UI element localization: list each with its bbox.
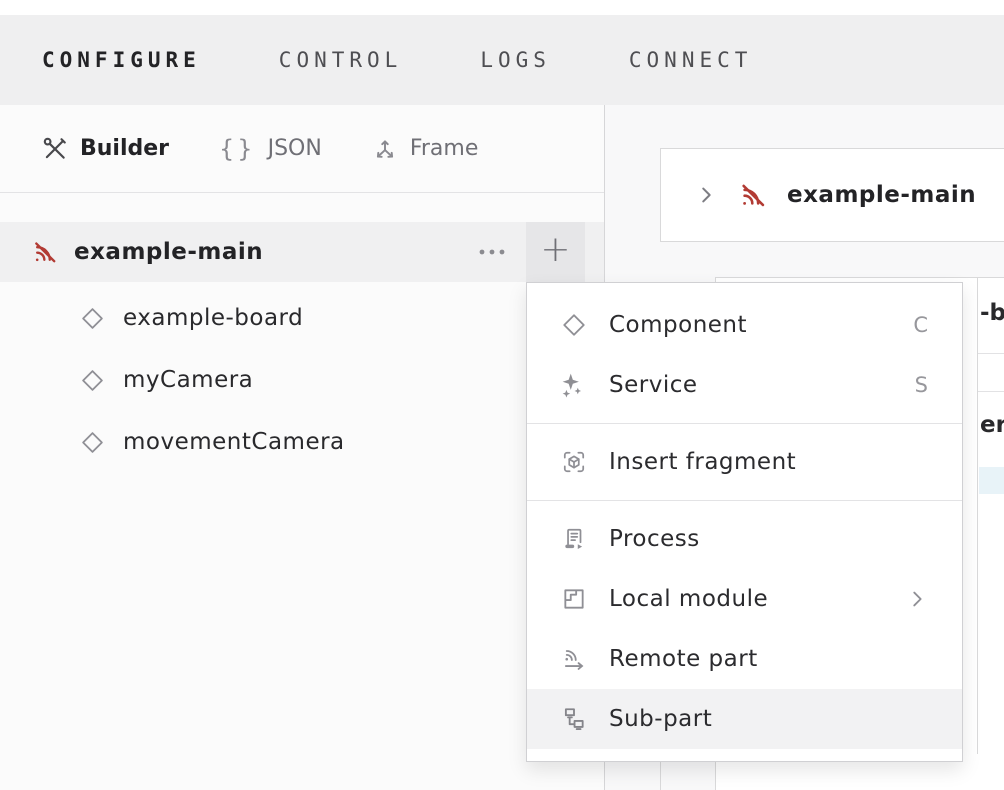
top-nav: CONFIGURE CONTROL LOGS CONNECT <box>0 15 1004 105</box>
machine-offline-icon <box>739 181 767 209</box>
submenu-chevron-icon <box>906 588 928 610</box>
tree-item-label: example-board <box>123 305 303 331</box>
menu-item-sub-part[interactable]: Sub-part <box>527 689 962 749</box>
resource-card-right-column: -bo era <box>977 277 1004 754</box>
add-resource-menu: Component C Service S <box>526 282 963 762</box>
view-mode-bar: Builder {} JSON Frame <box>0 105 604 193</box>
occluded-card-border <box>660 761 661 790</box>
mode-json-label: JSON <box>268 136 322 161</box>
tree-root-label: example-main <box>74 239 263 265</box>
menu-item-label: Component <box>609 312 747 338</box>
remote-part-icon <box>561 646 587 672</box>
mode-builder-label: Builder <box>80 136 169 161</box>
menu-divider <box>527 423 962 424</box>
add-resource-button[interactable]: + <box>526 222 585 282</box>
menu-divider <box>527 500 962 501</box>
menu-shortcut: C <box>913 313 928 337</box>
menu-item-label: Process <box>609 526 700 552</box>
ellipsis-icon <box>477 247 507 257</box>
tab-control[interactable]: CONTROL <box>279 48 403 72</box>
tab-connect[interactable]: CONNECT <box>629 48 753 72</box>
machine-offline-icon <box>32 239 58 265</box>
component-diamond-icon <box>561 312 587 338</box>
menu-item-label: Remote part <box>609 646 758 672</box>
app-window: CONFIGURE CONTROL LOGS CONNECT Builder {… <box>0 0 1004 790</box>
sub-part-icon <box>561 706 587 732</box>
top-white-strip <box>0 0 1004 15</box>
frame-axes-icon <box>372 136 398 162</box>
menu-item-label: Insert fragment <box>609 449 796 475</box>
selected-row-highlight <box>979 467 1004 494</box>
more-options-button[interactable] <box>472 232 512 272</box>
tree-item-label: myCamera <box>123 367 253 393</box>
menu-item-label: Service <box>609 372 698 398</box>
part-header-card[interactable]: example-main <box>660 148 1004 242</box>
mode-builder[interactable]: Builder <box>42 136 169 162</box>
tree-children: example-board myCamera movementCamera <box>0 287 604 473</box>
tab-configure[interactable]: CONFIGURE <box>42 48 201 72</box>
tree-item-example-board[interactable]: example-board <box>0 287 604 349</box>
tab-logs[interactable]: LOGS <box>480 48 551 72</box>
mode-frame[interactable]: Frame <box>372 136 479 162</box>
menu-item-service[interactable]: Service S <box>527 355 962 415</box>
component-diamond-icon <box>80 430 105 455</box>
chevron-right-icon[interactable] <box>695 184 717 206</box>
service-sparkles-icon <box>561 372 587 398</box>
local-module-icon <box>561 586 587 612</box>
tree-root-row[interactable]: example-main + <box>0 222 604 282</box>
process-icon <box>561 526 587 552</box>
menu-item-remote-part[interactable]: Remote part <box>527 629 962 689</box>
menu-item-insert-fragment[interactable]: Insert fragment <box>527 432 962 492</box>
occluded-text-fragment: -bo <box>980 300 1004 326</box>
mode-frame-label: Frame <box>410 136 479 161</box>
tree-item-movementcamera[interactable]: movementCamera <box>0 411 604 473</box>
tree-item-label: movementCamera <box>123 429 345 455</box>
config-left-panel: Builder {} JSON Frame <box>0 105 605 790</box>
occluded-text-fragment: era <box>980 412 1004 438</box>
menu-item-label: Local module <box>609 586 768 612</box>
component-diamond-icon <box>80 368 105 393</box>
menu-item-label: Sub-part <box>609 706 712 732</box>
mode-json[interactable]: {} JSON <box>219 135 322 163</box>
braces-icon: {} <box>219 135 256 163</box>
menu-item-component[interactable]: Component C <box>527 295 962 355</box>
menu-item-local-module[interactable]: Local module <box>527 569 962 629</box>
plus-icon: + <box>540 232 570 268</box>
insert-fragment-icon <box>561 449 587 475</box>
divider <box>978 391 1004 392</box>
tools-icon <box>42 136 68 162</box>
menu-shortcut: S <box>915 373 928 397</box>
part-header-title: example-main <box>787 182 976 208</box>
menu-item-process[interactable]: Process <box>527 509 962 569</box>
tree-item-mycamera[interactable]: myCamera <box>0 349 604 411</box>
divider <box>978 353 1004 354</box>
component-diamond-icon <box>80 306 105 331</box>
